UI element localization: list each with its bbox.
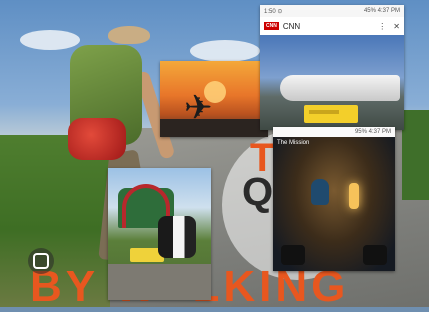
close-icon[interactable]: ✕ [393, 22, 400, 31]
car-camping-screenshot[interactable]: 95% 4:37 PM The Mission [273, 127, 395, 271]
cnn-logo: CNN [264, 22, 279, 30]
car-interior-photo: The Mission [273, 137, 395, 271]
car-wheel [281, 245, 305, 265]
cow [158, 216, 196, 258]
road [108, 264, 211, 300]
runway [160, 119, 268, 137]
status-bar: 1:50 ⊙ 45% 4:37 PM [260, 5, 404, 17]
lamp [349, 183, 359, 209]
airplane-photo[interactable]: ✈ [160, 61, 268, 137]
train-photo [260, 35, 404, 130]
cloud [20, 30, 80, 50]
share-icon[interactable]: ⋮ [378, 22, 386, 31]
photo-caption: The Mission [277, 140, 310, 146]
roadside-trees [402, 110, 429, 200]
overlay-text-q: Q [242, 170, 278, 214]
status-right-text: 95% 4:37 PM [354, 129, 391, 135]
airplane-icon: ✈ [184, 89, 213, 127]
train [280, 75, 400, 101]
hiker-red-bag [68, 118, 126, 160]
status-bar: 95% 4:37 PM [273, 127, 395, 137]
app-title: CNN [282, 21, 301, 31]
google-lens-icon[interactable] [28, 248, 54, 274]
status-left-text: 1:50 ⊙ [264, 8, 283, 15]
app-bar: CNN CNN ⋮ ✕ [260, 17, 404, 35]
hiker-hat [108, 26, 150, 44]
lens-frame [33, 253, 49, 269]
cow-wagon-photo[interactable] [108, 168, 211, 300]
status-right-text: 45% 4:37 PM [363, 8, 400, 14]
cloud [190, 40, 260, 62]
yellow-sign [304, 105, 358, 123]
car-wheel [363, 245, 387, 265]
news-app-screenshot[interactable]: 1:50 ⊙ 45% 4:37 PM CNN CNN ⋮ ✕ [260, 5, 404, 130]
person-in-car [311, 179, 329, 205]
